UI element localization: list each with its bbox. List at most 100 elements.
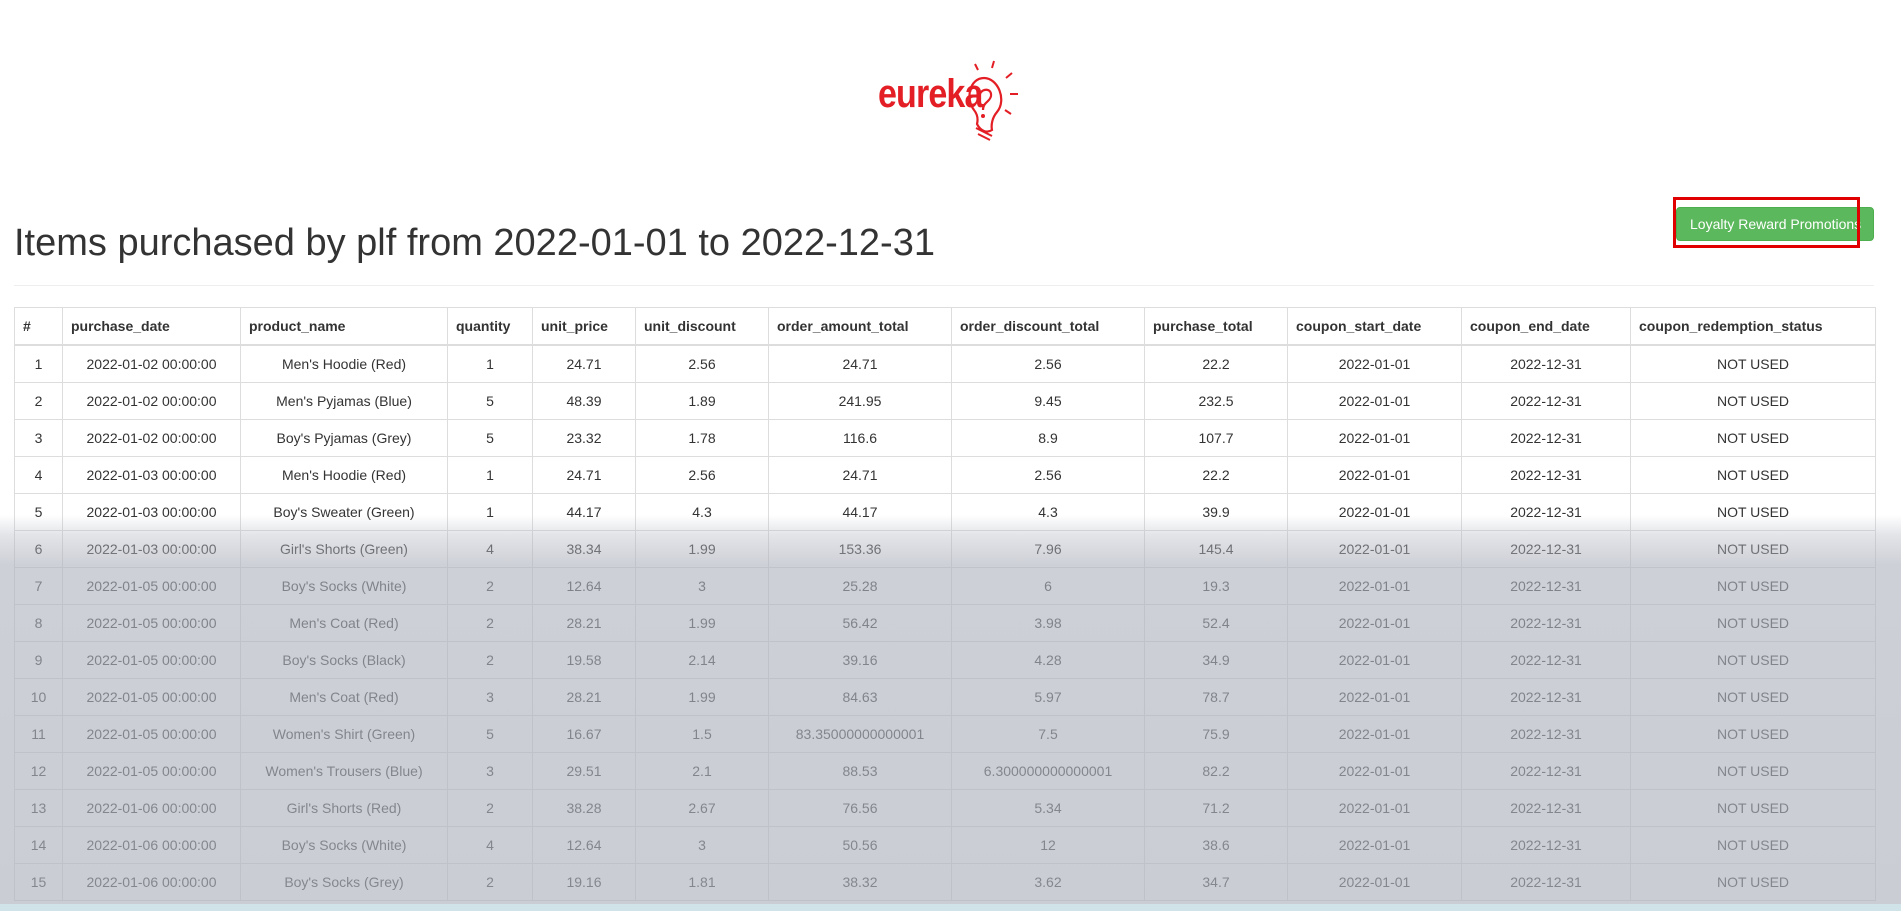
table-cell: 2022-12-31: [1461, 456, 1631, 494]
table-cell: 44.17: [768, 493, 952, 531]
table-cell: Boy's Socks (Black): [240, 641, 448, 679]
table-cell: 5: [447, 419, 533, 457]
table-cell: NOT USED: [1630, 641, 1876, 679]
overlay-bottom-strip: [0, 904, 1901, 911]
table-cell: 1.5: [635, 715, 769, 753]
table-cell: 6.300000000000001: [951, 752, 1145, 790]
table-cell: 19.3: [1144, 567, 1288, 605]
table-cell: 2.14: [635, 641, 769, 679]
table-cell: 3: [447, 678, 533, 716]
table-row: 13 2022-01-06 00:00:00 Girl's Shorts (Red)…: [14, 789, 1876, 827]
table-cell: 38.34: [532, 530, 636, 568]
table-cell: 38.28: [532, 789, 636, 827]
table-header-row: # purchase_date product_name quantity unit_p…: [14, 307, 1876, 346]
table-cell: NOT USED: [1630, 456, 1876, 494]
table-cell: 2022-01-03 00:00:00: [62, 493, 241, 531]
table-cell: NOT USED: [1630, 715, 1876, 753]
table-cell: 3: [635, 826, 769, 864]
table-cell: 1: [447, 344, 533, 383]
table-cell: Men's Hoodie (Red): [240, 456, 448, 494]
loyalty-reward-promotions-button[interactable]: Loyalty Reward Promotions: [1676, 207, 1874, 241]
table-cell: 4.3: [635, 493, 769, 531]
table-cell: 16.67: [532, 715, 636, 753]
table-cell: Men's Coat (Red): [240, 604, 448, 642]
table-cell: Boy's Pyjamas (Grey): [240, 419, 448, 457]
table-cell: 2.56: [635, 456, 769, 494]
table-cell: 2022-12-31: [1461, 382, 1631, 420]
table-cell: 1: [14, 344, 63, 383]
table-cell: 12: [951, 826, 1145, 864]
table-cell: 71.2: [1144, 789, 1288, 827]
table-cell: 2: [447, 604, 533, 642]
purchases-table-container: # purchase_date product_name quantity unit_p…: [14, 307, 1876, 901]
table-cell: Men's Pyjamas (Blue): [240, 382, 448, 420]
table-row: 14 2022-01-06 00:00:00 Boy's Socks (White)…: [14, 826, 1876, 864]
table-cell: 2022-01-03 00:00:00: [62, 456, 241, 494]
table-cell: 39.16: [768, 641, 952, 679]
table-cell: 2022-01-01: [1287, 678, 1462, 716]
table-cell: 14: [14, 826, 63, 864]
table-cell: 1.81: [635, 863, 769, 901]
table-cell: 2: [447, 863, 533, 901]
table-row: 12 2022-01-05 00:00:00 Women's Trousers (B…: [14, 752, 1876, 790]
table-cell: 3.98: [951, 604, 1145, 642]
table-cell: 50.56: [768, 826, 952, 864]
table-cell: 2022-01-05 00:00:00: [62, 678, 241, 716]
table-cell: 2022-12-31: [1461, 567, 1631, 605]
table-cell: 4: [447, 826, 533, 864]
table-cell: 84.63: [768, 678, 952, 716]
table-cell: 2022-12-31: [1461, 344, 1631, 383]
table-cell: 9.45: [951, 382, 1145, 420]
column-header: coupon_redemption_status: [1630, 307, 1876, 346]
column-header: unit_discount: [635, 307, 769, 346]
table-row: 6 2022-01-03 00:00:00 Girl's Shorts (Green…: [14, 530, 1876, 568]
table-cell: 2: [447, 567, 533, 605]
page: eureka Items purchased by plf from 2022-…: [0, 0, 1901, 911]
column-header: #: [14, 307, 63, 346]
table-row: 5 2022-01-03 00:00:00 Boy's Sweater (Green…: [14, 493, 1876, 531]
table-cell: 24.71: [532, 344, 636, 383]
table-cell: 1: [447, 456, 533, 494]
table-cell: 76.56: [768, 789, 952, 827]
table-cell: 2.67: [635, 789, 769, 827]
table-cell: Boy's Socks (Grey): [240, 863, 448, 901]
table-row: 3 2022-01-02 00:00:00 Boy's Pyjamas (Grey)…: [14, 419, 1876, 457]
table-cell: 1.89: [635, 382, 769, 420]
table-cell: 2022-01-01: [1287, 752, 1462, 790]
table-cell: Women's Trousers (Blue): [240, 752, 448, 790]
table-cell: 2022-01-01: [1287, 456, 1462, 494]
table-cell: 12.64: [532, 567, 636, 605]
table-cell: 2022-01-05 00:00:00: [62, 641, 241, 679]
table-cell: 24.71: [532, 456, 636, 494]
table-cell: 2022-01-02 00:00:00: [62, 344, 241, 383]
column-header: quantity: [447, 307, 533, 346]
column-header: order_discount_total: [951, 307, 1145, 346]
table-cell: 24.71: [768, 344, 952, 383]
table-cell: 1: [447, 493, 533, 531]
column-header: coupon_start_date: [1287, 307, 1462, 346]
table-cell: NOT USED: [1630, 567, 1876, 605]
table-row: 15 2022-01-06 00:00:00 Boy's Socks (Grey) 2…: [14, 863, 1876, 901]
divider: [14, 285, 1874, 286]
table-cell: 2022-12-31: [1461, 863, 1631, 901]
table-cell: 2022-12-31: [1461, 678, 1631, 716]
table-cell: 2022-01-03 00:00:00: [62, 530, 241, 568]
table-cell: NOT USED: [1630, 863, 1876, 901]
table-cell: 4: [447, 530, 533, 568]
table-cell: Women's Shirt (Green): [240, 715, 448, 753]
table-cell: 83.35000000000001: [768, 715, 952, 753]
table-cell: 2022-01-06 00:00:00: [62, 826, 241, 864]
eureka-logo[interactable]: eureka: [870, 48, 1030, 148]
table-cell: NOT USED: [1630, 678, 1876, 716]
table-cell: 5.97: [951, 678, 1145, 716]
table-cell: 6: [951, 567, 1145, 605]
table-cell: 34.7: [1144, 863, 1288, 901]
table-cell: 2022-12-31: [1461, 604, 1631, 642]
table-cell: 9: [14, 641, 63, 679]
table-cell: 2022-12-31: [1461, 715, 1631, 753]
table-cell: Men's Coat (Red): [240, 678, 448, 716]
table-cell: 2.56: [635, 344, 769, 383]
table-cell: Men's Hoodie (Red): [240, 344, 448, 383]
table-cell: 3: [14, 419, 63, 457]
table-cell: 5.34: [951, 789, 1145, 827]
